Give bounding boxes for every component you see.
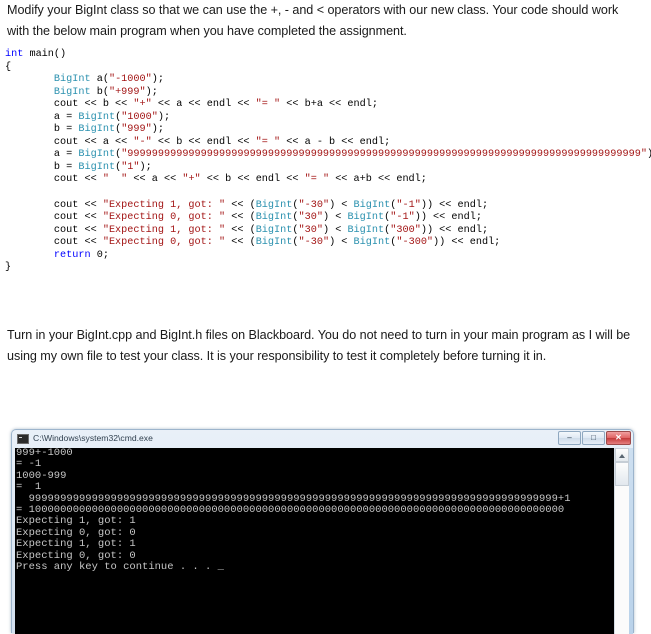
code-line: cout << "Expecting 0, got: " << (BigInt(…: [5, 212, 482, 224]
code-line: int main(): [5, 49, 67, 60]
window-edge-decoration: [629, 448, 633, 634]
code-line: return 0;: [53, 249, 109, 261]
console-title-text: C:\Windows\system32\cmd.exe: [33, 433, 153, 443]
code-line: }: [5, 262, 12, 274]
code-line: cout << a << "-" << b << endl << "= " <<…: [5, 136, 391, 148]
close-button[interactable]: ✕: [606, 431, 631, 445]
intro-paragraph: Modify your BigInt class so that we can …: [7, 3, 619, 38]
scrollbar-track[interactable]: [615, 486, 629, 634]
minimize-button[interactable]: –: [558, 431, 581, 445]
minimize-icon: –: [567, 433, 572, 442]
console-line: 1000-999: [16, 469, 67, 482]
cmd-icon: [17, 434, 29, 444]
code-line: b = BigInt("999");: [5, 124, 164, 136]
code-line: cout << b << "+" << a << endl << "= " <<…: [5, 99, 378, 111]
console-title-bar[interactable]: C:\Windows\system32\cmd.exe – □ ✕: [12, 430, 633, 448]
code-line: a = BigInt("9999999999999999999999999999…: [5, 149, 651, 161]
code-line: BigInt b("+999");: [53, 86, 158, 98]
cmd-console-window[interactable]: C:\Windows\system32\cmd.exe – □ ✕ 999+-1…: [11, 429, 634, 634]
console-output-area[interactable]: 999+-1000 = -1 1000-999 = 1 999999999999999…: [15, 448, 615, 634]
console-line: Press any key to continue . . . _: [16, 560, 224, 573]
code-line: b = BigInt("1");: [5, 161, 152, 173]
console-vertical-scrollbar[interactable]: [614, 448, 629, 634]
console-line: 999+-1000: [16, 448, 73, 459]
console-line: = 1: [16, 481, 42, 494]
scrollbar-thumb[interactable]: [615, 462, 629, 486]
code-line: cout << "Expecting 1, got: " << (BigInt(…: [5, 199, 489, 211]
code-line: BigInt a("-1000");: [53, 74, 164, 86]
console-output-text: 999+-1000 = -1 1000-999 = 1 999999999999999…: [16, 448, 571, 573]
console-line: Expecting 1, got: 1: [16, 538, 136, 551]
console-line: = -1: [16, 458, 42, 471]
code-line: a = BigInt("1000");: [5, 111, 171, 123]
maximize-button[interactable]: □: [582, 431, 605, 445]
code-line: cout << "Expecting 0, got: " << (BigInt(…: [5, 237, 501, 249]
code-line: cout << " " << a << "+" << b << endl << …: [5, 174, 427, 186]
turn-in-paragraph: Turn in your BigInt.cpp and BigInt.h fil…: [7, 328, 631, 363]
code-listing: int main(){ BigInt a("-1000"); BigInt b(…: [5, 49, 651, 275]
scroll-up-arrow-icon[interactable]: [615, 448, 629, 462]
close-icon: ✕: [615, 433, 622, 442]
code-line: {: [5, 61, 12, 73]
maximize-icon: □: [591, 433, 596, 442]
code-line: cout << "Expecting 1, got: " << (BigInt(…: [5, 224, 489, 236]
